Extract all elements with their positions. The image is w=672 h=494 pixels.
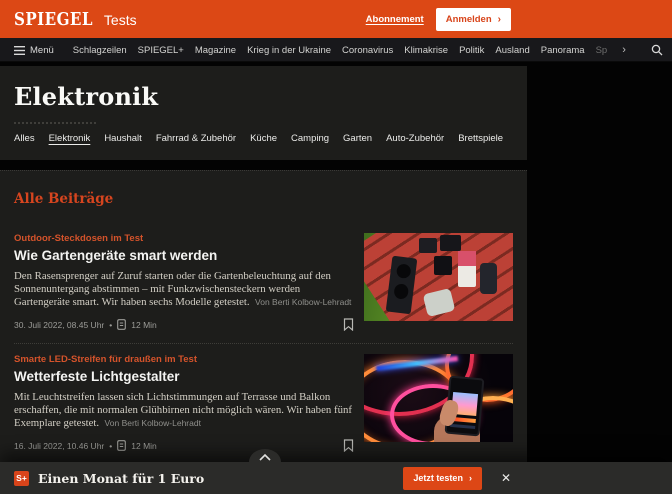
banner-close-button[interactable]: ✕	[501, 471, 511, 485]
cta-label: Jetzt testen	[413, 473, 463, 483]
nav-item-politik[interactable]: Politik	[459, 45, 484, 56]
search-button[interactable]	[651, 44, 663, 56]
tab-brettspiele[interactable]: Brettspiele	[458, 133, 503, 144]
article-meta: 30. Juli 2022, 08.45 Uhr • 12 Min	[14, 318, 354, 331]
bookmark-icon	[343, 439, 354, 452]
article-card-outdoor-steckdosen: Outdoor-Steckdosen im Test Wie Gartenger…	[14, 233, 513, 344]
tab-garten[interactable]: Garten	[343, 133, 372, 144]
article-date: 16. Juli 2022, 10.46 Uhr	[14, 441, 104, 451]
article-kicker[interactable]: Outdoor-Steckdosen im Test	[14, 233, 354, 244]
meta-separator: •	[109, 320, 112, 330]
article-author: Von Berti Kolbow-Lehradt	[255, 297, 351, 307]
bookmark-icon	[343, 318, 354, 331]
close-icon: ✕	[501, 471, 511, 485]
article-description: Den Rasensprenger auf Zuruf starten oder…	[14, 270, 354, 309]
abonnement-link[interactable]: Abonnement	[366, 14, 424, 25]
smart-plug-graphic	[440, 235, 461, 252]
reading-time: 12 Min	[131, 441, 157, 451]
tab-fahrrad-zubehoer[interactable]: Fahrrad & Zubehör	[156, 133, 236, 144]
smart-plug-graphic	[419, 238, 437, 253]
article-title[interactable]: Wie Gartengeräte smart werden	[14, 248, 354, 263]
anmelden-label: Anmelden	[446, 14, 492, 25]
site-header: SPIEGEL Tests Abonnement Anmelden ›	[0, 0, 672, 38]
bookmark-button[interactable]	[343, 439, 354, 452]
reading-time: 12 Min	[131, 320, 157, 330]
tab-auto-zubehoer[interactable]: Auto-Zubehör	[386, 133, 444, 144]
chevron-right-icon: ›	[469, 473, 472, 483]
tab-camping[interactable]: Camping	[291, 133, 329, 144]
nav-item-schlagzeilen[interactable]: Schlagzeilen	[73, 45, 127, 56]
nav-more-chevron-icon[interactable]: ›	[622, 44, 626, 56]
tab-kueche[interactable]: Küche	[250, 133, 277, 144]
article-description: Mit Leuchtstreifen lassen sich Lichtstim…	[14, 391, 354, 430]
nav-item-krieg-ukraine[interactable]: Krieg in der Ukraine	[247, 45, 331, 56]
tab-alles[interactable]: Alles	[14, 133, 35, 144]
reading-time-icon	[117, 440, 126, 451]
page-root: SPIEGEL Tests Abonnement Anmelden › Men	[0, 0, 672, 494]
article-thumbnail-garden-plugs[interactable]	[364, 233, 513, 321]
category-tabs: Alles Elektronik Haushalt Fahrrad & Zube…	[14, 133, 513, 144]
article-title[interactable]: Wetterfeste Lichtgestalter	[14, 369, 354, 384]
spiegel-tests-logo[interactable]: SPIEGEL Tests	[14, 9, 137, 30]
nav-item-ausland[interactable]: Ausland	[495, 45, 529, 56]
spiegel-plus-badge: S+	[14, 471, 29, 486]
main-nav: Menü Schlagzeilen SPIEGEL+ Magazine Krie…	[0, 38, 672, 62]
tab-haushalt[interactable]: Haushalt	[104, 133, 142, 144]
packaging-box-graphic	[458, 251, 476, 286]
nav-item-coronavirus[interactable]: Coronavirus	[342, 45, 393, 56]
article-meta: 16. Juli 2022, 10.46 Uhr • 12 Min	[14, 439, 354, 452]
page-title: Elektronik	[14, 82, 513, 111]
logo-tests-label: Tests	[104, 12, 137, 28]
smart-plug-graphic	[434, 256, 452, 275]
main-content: Elektronik Alles Elektronik Haushalt Fah…	[0, 66, 672, 494]
chevron-up-icon	[258, 453, 272, 462]
nav-item-sport-truncated[interactable]: Sp	[596, 45, 608, 56]
banner-offer-text: Einen Monat für 1 Euro	[38, 471, 204, 486]
article-feed-section: Alle Beiträge Outdoor-Steckdosen im Test…	[0, 170, 527, 494]
article-kicker[interactable]: Smarte LED-Streifen für draußen im Test	[14, 354, 354, 365]
hamburger-icon	[14, 46, 25, 55]
article-author: Von Berti Kolbow-Lehradt	[105, 418, 201, 428]
menu-label: Menü	[30, 45, 54, 56]
article-date: 30. Juli 2022, 08.45 Uhr	[14, 320, 104, 330]
menu-button[interactable]: Menü	[14, 45, 54, 56]
feed-heading: Alle Beiträge	[14, 171, 513, 207]
nav-item-panorama[interactable]: Panorama	[541, 45, 585, 56]
category-header-section: Elektronik Alles Elektronik Haushalt Fah…	[0, 66, 527, 160]
logo-spiegel-wordmark: SPIEGEL	[14, 9, 93, 30]
bookmark-button[interactable]	[343, 318, 354, 331]
article-thumbnail-led-strips[interactable]	[364, 354, 513, 442]
smart-plug-graphic	[480, 263, 496, 294]
reading-time-icon	[117, 319, 126, 330]
nav-item-spiegel-plus[interactable]: SPIEGEL+	[138, 45, 184, 56]
dotted-divider	[14, 122, 96, 124]
tab-elektronik[interactable]: Elektronik	[49, 133, 91, 144]
nav-item-klimakrise[interactable]: Klimakrise	[404, 45, 448, 56]
chevron-right-icon: ›	[498, 14, 501, 25]
jetzt-testen-button[interactable]: Jetzt testen ›	[403, 467, 482, 490]
nav-item-magazine[interactable]: Magazine	[195, 45, 236, 56]
subscription-banner: S+ Einen Monat für 1 Euro Jetzt testen ›…	[0, 462, 672, 494]
banner-expand-notch[interactable]	[249, 449, 281, 475]
meta-separator: •	[109, 441, 112, 451]
anmelden-button[interactable]: Anmelden ›	[436, 8, 511, 31]
search-icon	[651, 44, 663, 56]
